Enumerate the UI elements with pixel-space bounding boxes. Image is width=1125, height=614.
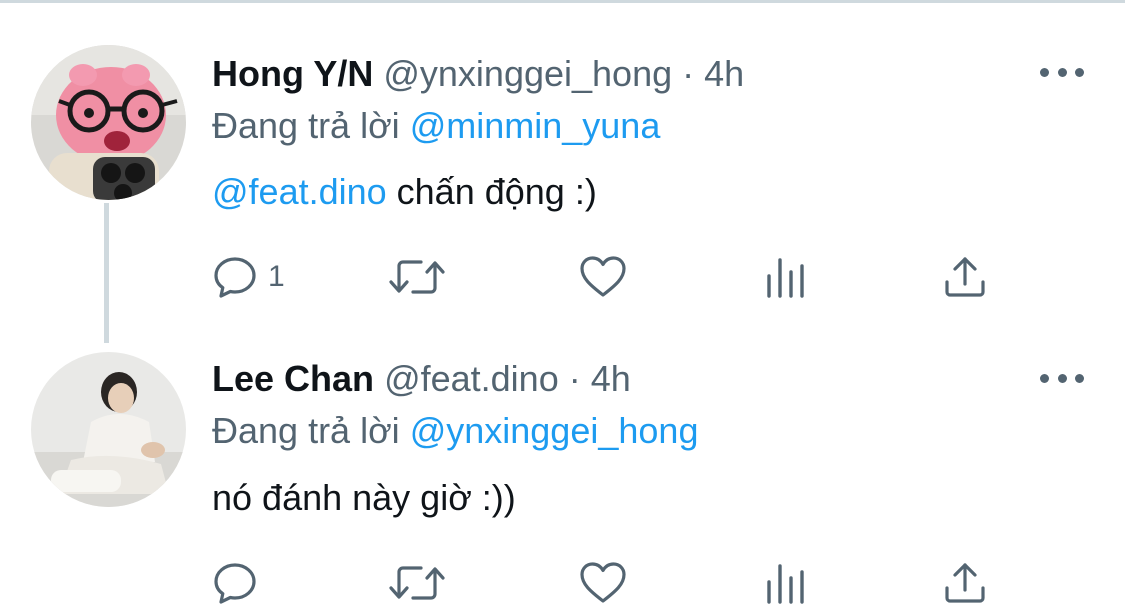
tweet[interactable]: Lee Chan @feat.dino · 4h Đang trả lời @y… <box>0 330 1125 614</box>
replying-to-mention[interactable]: @minmin_yuna <box>410 105 661 146</box>
tweet[interactable]: Hong Y/N @ynxinggei_hong · 4h Đang trả l… <box>0 0 1125 343</box>
separator-dot: · <box>568 358 581 399</box>
thread-connector-line <box>104 203 109 343</box>
tweet-header: Lee Chan @feat.dino · 4h <box>212 357 631 401</box>
timestamp[interactable]: 4h <box>591 358 631 399</box>
body-mention[interactable]: @feat.dino <box>212 171 387 212</box>
author-handle[interactable]: @feat.dino <box>384 358 559 399</box>
replying-to: Đang trả lời @ynxinggei_hong <box>212 409 698 453</box>
timestamp[interactable]: 4h <box>704 53 744 94</box>
share-icon <box>945 257 985 297</box>
retweet-button[interactable] <box>387 252 447 302</box>
tweet-header: Hong Y/N @ynxinggei_hong · 4h <box>212 52 744 96</box>
reply-button[interactable]: 1 <box>212 252 285 302</box>
separator-dot: · <box>682 53 695 94</box>
tweet-actions <box>212 558 1002 608</box>
more-icon[interactable] <box>1040 62 1084 82</box>
avatar[interactable] <box>31 45 186 200</box>
tweet-actions: 1 <box>212 252 1002 302</box>
retweet-button[interactable] <box>387 558 447 608</box>
tweet-text: nó đánh này giờ :)) <box>212 476 516 520</box>
reply-count: 1 <box>268 260 285 293</box>
avatar[interactable] <box>31 352 186 507</box>
replying-to-label: Đang trả lời <box>212 410 400 451</box>
retweet-icon <box>389 260 445 294</box>
reply-button[interactable] <box>212 558 258 608</box>
like-button[interactable] <box>578 252 628 302</box>
body-text: chấn động :) <box>386 171 597 212</box>
like-icon <box>580 256 626 297</box>
author-handle[interactable]: @ynxinggei_hong <box>383 53 672 94</box>
author-name[interactable]: Hong Y/N <box>212 53 373 94</box>
body-text: nó đánh này giờ :)) <box>212 477 516 518</box>
reply-icon <box>214 563 256 604</box>
retweet-icon <box>389 566 445 600</box>
tweet-text: @feat.dino chấn động :) <box>212 170 597 214</box>
replying-to: Đang trả lời @minmin_yuna <box>212 104 660 148</box>
avatar-photo-icon <box>31 352 186 507</box>
like-icon <box>580 562 626 603</box>
views-button[interactable] <box>764 252 808 302</box>
share-button[interactable] <box>942 558 988 608</box>
replying-to-label: Đang trả lời <box>212 105 400 146</box>
like-button[interactable] <box>578 558 628 608</box>
replying-to-mention[interactable]: @ynxinggei_hong <box>410 410 699 451</box>
share-button[interactable] <box>942 252 988 302</box>
views-icon <box>767 258 804 298</box>
avatar-photo-icon <box>31 45 186 200</box>
more-icon[interactable] <box>1040 368 1084 388</box>
views-icon <box>767 564 804 604</box>
author-name[interactable]: Lee Chan <box>212 358 374 399</box>
reply-icon <box>214 257 256 298</box>
share-icon <box>945 563 985 603</box>
views-button[interactable] <box>764 558 808 608</box>
